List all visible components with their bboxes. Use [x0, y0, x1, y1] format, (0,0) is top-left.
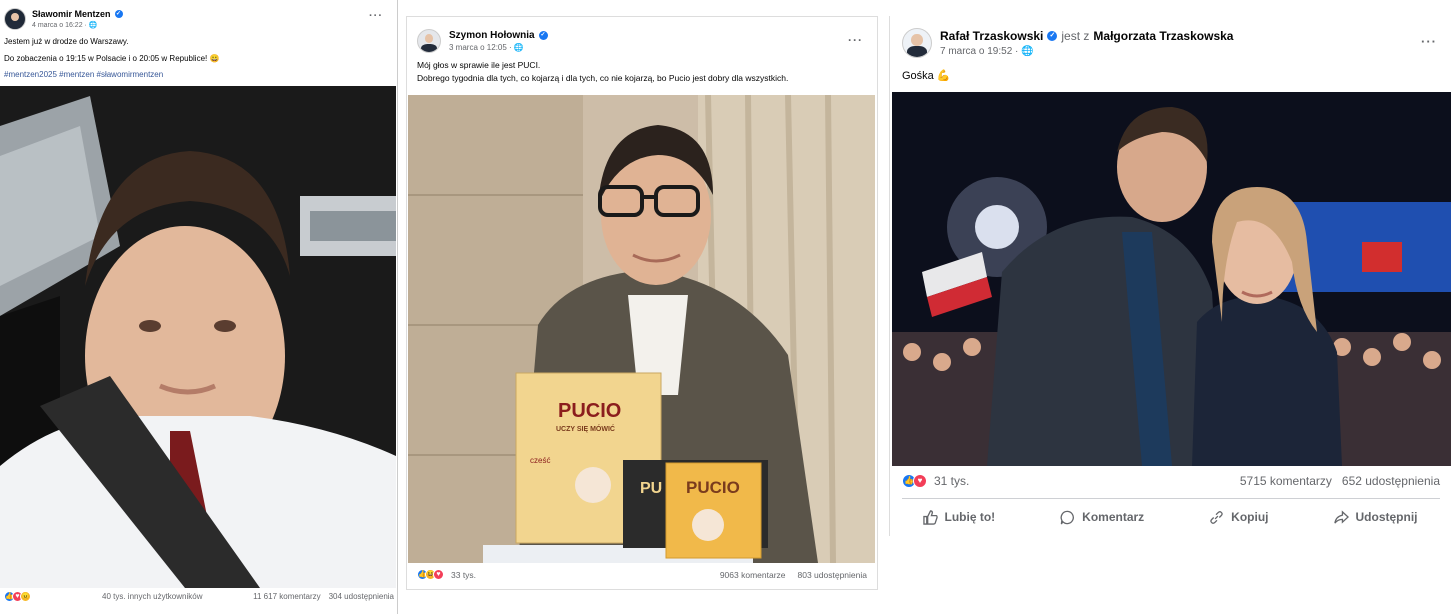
globe-icon: 🌐: [1021, 46, 1034, 57]
angry-reaction-icon: 😠: [20, 591, 31, 602]
post-text-line: Gośka 💪: [902, 70, 951, 82]
post-date[interactable]: 7 marca o 19:52 ·: [940, 46, 1021, 57]
more-options-button[interactable]: ···: [848, 33, 863, 47]
share-label: Udostępnij: [1355, 510, 1418, 524]
avatar[interactable]: [4, 8, 26, 30]
small-book-title: PUCIO: [686, 478, 740, 497]
verified-badge-icon: ✓: [1047, 31, 1058, 41]
reactions-count[interactable]: 31 tys.: [934, 474, 969, 488]
post-text: Mój głos w sprawie ile jest PUCI. Dobreg…: [417, 59, 872, 85]
shares-count[interactable]: 803 udostępnienia: [798, 570, 867, 580]
comments-count[interactable]: 11 617 komentarzy: [253, 592, 320, 601]
comments-count[interactable]: 5715 komentarzy: [1240, 474, 1332, 488]
verified-badge-icon: ✓: [114, 10, 123, 18]
book-subtitle: UCZY SIĘ MÓWIĆ: [556, 424, 615, 433]
share-button[interactable]: Udostępnij: [1333, 509, 1418, 525]
post-text-line: Dobrego tygodnia dla tych, co kojarzą i …: [417, 73, 789, 84]
post-date[interactable]: 4 marca o 16:22 ·: [32, 22, 89, 29]
reaction-icons[interactable]: 👍 😆 ♥: [417, 569, 444, 580]
like-button[interactable]: Lubię to!: [922, 509, 996, 525]
car-selfie-image: [0, 86, 396, 588]
post-actions: Lubię to! Komentarz Kopiuj Udostępnij: [890, 502, 1450, 532]
shares-count[interactable]: 652 udostępnienia: [1342, 474, 1440, 488]
post-stats: 👍 ♥ 31 tys. 5715 komentarzy 652 udostępn…: [902, 474, 1440, 488]
shares-count[interactable]: 304 udostępnienia: [329, 592, 394, 601]
copy-button[interactable]: Kopiuj: [1209, 510, 1269, 525]
avatar[interactable]: [902, 28, 932, 58]
post-header: Rafał Trzaskowski ✓ jest z Małgorzata Tr…: [902, 28, 1233, 58]
tagged-person[interactable]: Małgorzata Trzaskowska: [1093, 29, 1233, 43]
comments-count[interactable]: 9063 komentarze: [720, 570, 786, 580]
post-text: Gośka 💪: [902, 68, 951, 85]
post-photo[interactable]: [0, 86, 396, 588]
post-stats: 👍 ♥ 😠 40 tys. innych użytkowników 11 617…: [4, 591, 394, 602]
author-name[interactable]: Sławomir Mentzen: [32, 9, 111, 19]
reactions-count[interactable]: 33 tys.: [451, 570, 476, 580]
post-text-line: Jestem już w drodze do Warszawy.: [4, 37, 129, 46]
like-label: Lubię to!: [944, 510, 996, 524]
love-reaction-icon: ♥: [913, 474, 927, 488]
post-header: Szymon Hołownia ✓ 3 marca o 12:05 · 🌐: [417, 29, 548, 53]
author-name[interactable]: Szymon Hołownia: [449, 30, 535, 41]
post-text-line: Mój głos w sprawie ile jest PUCI.: [417, 60, 541, 70]
small-book-title: PU: [640, 480, 662, 497]
comment-button[interactable]: Komentarz: [1060, 510, 1144, 525]
book-word: cześć: [530, 456, 550, 465]
verified-badge-icon: ✓: [538, 31, 548, 40]
post-text-line: Do zobaczenia o 19:15 w Polsacie i o 20:…: [4, 54, 220, 64]
copy-label: Kopiuj: [1231, 510, 1269, 524]
reactions-count[interactable]: 40 tys. innych użytkowników: [102, 592, 203, 601]
post-holownia: Szymon Hołownia ✓ 3 marca o 12:05 · 🌐 ··…: [406, 16, 878, 590]
globe-icon: 🌐: [513, 43, 524, 52]
post-stats: 👍 😆 ♥ 33 tys. 9063 komentarze 803 udostę…: [417, 569, 867, 580]
post-text: Jestem już w drodze do Warszawy. Do zoba…: [4, 36, 384, 81]
hashtags[interactable]: #mentzen2025 #mentzen #sławomirmentzen: [4, 69, 384, 81]
book-title: PUCIO: [558, 400, 621, 422]
more-options-button[interactable]: ···: [369, 10, 383, 22]
reaction-icons[interactable]: 👍 ♥ 😠: [4, 591, 31, 602]
link-icon: [1210, 510, 1223, 524]
post-trzaskowski: Rafał Trzaskowski ✓ jest z Małgorzata Tr…: [889, 16, 1451, 536]
share-icon: [1333, 509, 1349, 524]
author-name[interactable]: Rafał Trzaskowski: [940, 29, 1043, 43]
post-mentzen: Sławomir Mentzen ✓ 4 marca o 16:22 · 🌐 ·…: [0, 0, 398, 614]
man-with-books-image: PUCIO UCZY SIĘ MÓWIĆ cześć PU PUCIO: [408, 95, 875, 563]
couple-at-rally-image: [892, 92, 1451, 466]
more-options-button[interactable]: ···: [1421, 34, 1437, 49]
reaction-icons[interactable]: 👍 ♥: [902, 474, 927, 488]
avatar[interactable]: [417, 29, 441, 53]
comment-icon: [1060, 510, 1075, 524]
love-reaction-icon: ♥: [433, 569, 444, 580]
globe-icon: 🌐: [88, 22, 98, 29]
thumbs-up-icon: [922, 509, 938, 525]
post-date[interactable]: 3 marca o 12:05 ·: [449, 43, 514, 52]
with-label: jest z: [1061, 29, 1090, 43]
comment-label: Komentarz: [1082, 510, 1145, 524]
post-photo[interactable]: PUCIO UCZY SIĘ MÓWIĆ cześć PU PUCIO: [408, 95, 875, 563]
post-header: Sławomir Mentzen ✓ 4 marca o 16:22 · 🌐: [4, 8, 123, 30]
divider: [902, 498, 1440, 499]
post-photo[interactable]: [892, 92, 1451, 466]
